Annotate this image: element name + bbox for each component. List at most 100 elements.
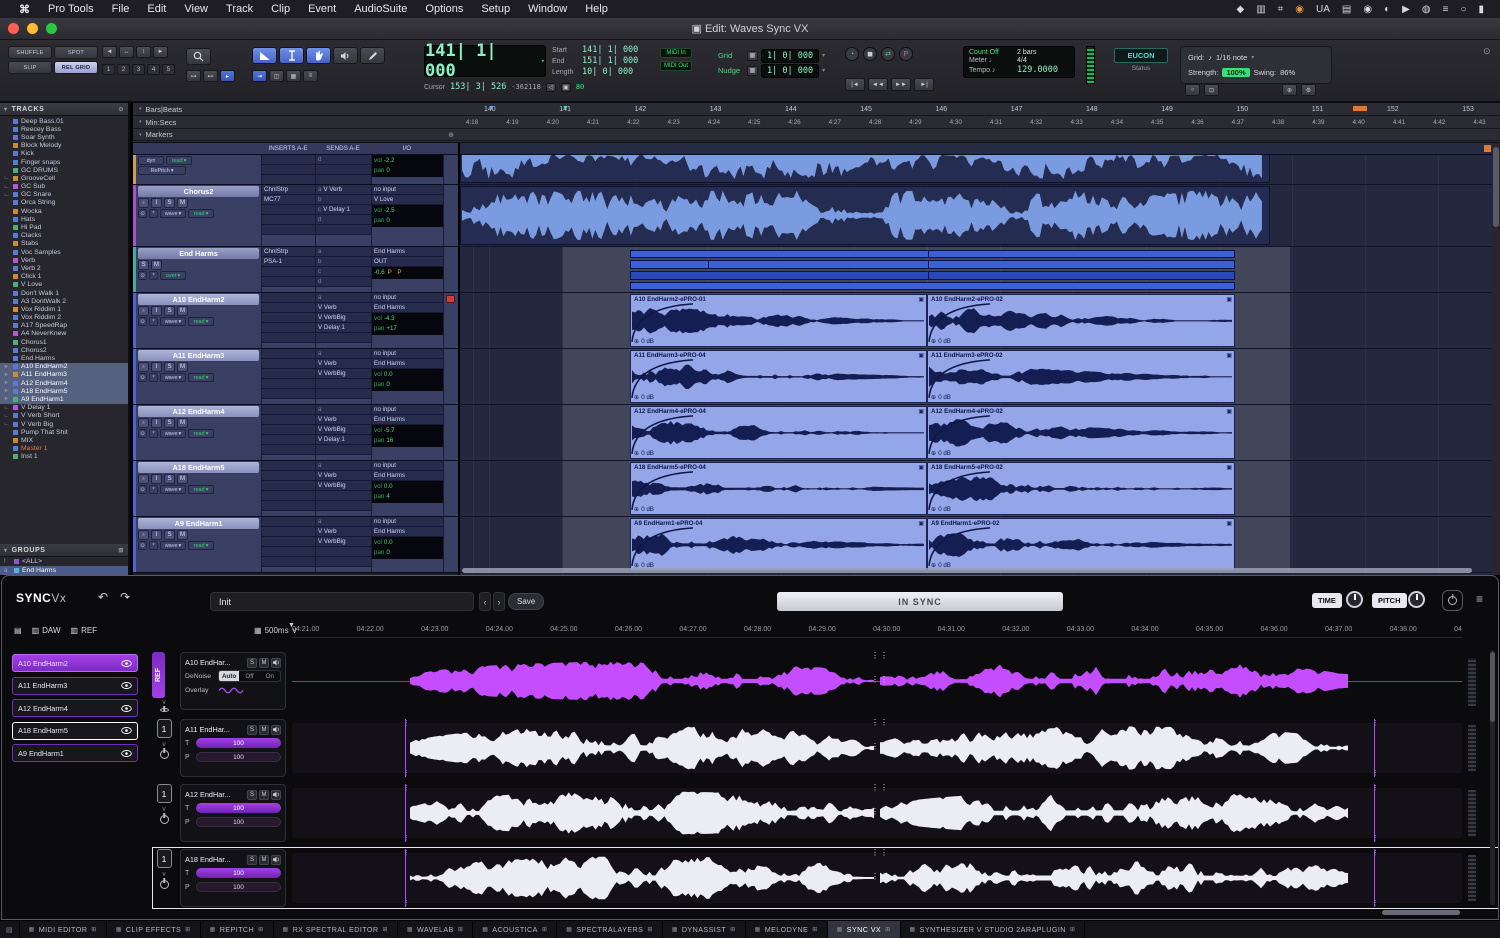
detach-icon[interactable]: ⊞ [885,926,890,933]
menubar-item[interactable]: Setup [472,3,519,15]
solo-button[interactable]: S [247,855,257,865]
time-toggle-button[interactable]: TIME [1312,593,1342,608]
insert-slot[interactable] [262,155,315,165]
input-monitor-button[interactable]: I [151,198,162,208]
send-slot[interactable]: V VerbBig [316,313,371,323]
expand-chevron[interactable]: ∨ [161,698,166,706]
track-lane[interactable]: A9 EndHarm1-ePRO-04 ▣ ⊕0 dB A9 EndHarm1-… [460,517,1498,573]
track-state-icon[interactable]: ∟ [3,413,10,419]
track-power-button[interactable] [160,815,169,824]
output-selector[interactable]: End Harms [372,471,443,481]
track-list-item[interactable]: Deep Bass.01 [0,117,128,125]
fade-in-curve[interactable] [928,302,992,343]
insert-slot[interactable]: PSA-1 [262,257,315,267]
insert-slot[interactable] [262,557,315,567]
zoom-preset-button[interactable]: 3 [132,64,145,75]
audio-clip[interactable] [460,186,1270,245]
vertical-scrollbar[interactable] [1492,143,1500,575]
insert-slot[interactable] [262,481,315,491]
track-list-item[interactable]: ► A10 EndHarm2 [0,363,128,371]
solo-safe-indicator[interactable] [446,295,455,303]
track-view-selector[interactable]: wave ▾ [160,485,186,494]
toolbar-collapse-icon[interactable]: ⊙ [1483,46,1491,57]
insert-slot[interactable] [262,435,315,445]
counter-dropdown-icon[interactable]: ▾ [541,57,545,65]
menubar-status-icon[interactable]: ▤ [1336,4,1357,15]
fade-in-curve[interactable] [928,414,992,455]
insert-slot[interactable] [262,379,315,389]
audio-clip[interactable]: A18 EndHarm5-ePRO-02 ▣ ⊕0 dB [927,462,1235,515]
send-slot[interactable]: d [316,155,371,165]
record-enable-button[interactable]: ● [138,198,149,208]
track-list-item[interactable]: Master 1 [0,445,128,453]
audio-clip[interactable]: A10 EndHarm2-ePRO-02 ▣ ⊕0 dB [927,294,1235,347]
timebase-icon[interactable]: ⊙ [138,485,147,494]
solo-button[interactable]: S [164,418,175,428]
trim-tool-button[interactable] [252,47,277,64]
send-slot[interactable] [316,165,371,175]
track-list-item[interactable]: A3 DontWalk 2 [0,297,128,305]
detach-icon[interactable]: ⊞ [1070,926,1075,933]
track-number[interactable]: 1 [157,849,172,868]
fade-in-curve[interactable] [631,302,695,343]
undo-icon[interactable]: ↶ [98,590,108,604]
mute-button[interactable]: M [259,790,269,800]
sends-column-header[interactable]: SENDS A-E [315,145,371,152]
send-slot[interactable] [316,557,371,567]
clip-loop-icon[interactable]: ▣ [918,520,924,527]
clip-loop-icon[interactable]: ▣ [1226,352,1232,359]
menubar-status-icon[interactable]: ▶ [1396,4,1416,15]
denoise-option[interactable]: Auto [219,671,239,681]
send-slot[interactable]: a [316,293,371,303]
input-selector[interactable]: no input [372,293,443,303]
track-lane[interactable]: A10 EndHarm2-ePRO-01 ▣ ⊕0 dB A10 EndHarm… [460,293,1498,349]
elastic-audio-icon[interactable]: * [149,485,158,494]
preset-field[interactable]: Init [210,592,474,611]
track-view-selector[interactable]: wave ▾ [160,429,186,438]
input-selector[interactable]: no input [372,517,443,527]
track-state-icon[interactable]: ∟ [3,421,10,427]
track-list-item[interactable]: ∟ GrooveCell [0,174,128,182]
next-preset-button[interactable]: › [493,592,505,611]
track-list-item[interactable]: A17 SpeedRap [0,322,128,330]
plugin-tab[interactable]: ▦ REPITCH ⊞ [201,921,274,938]
send-slot[interactable]: c [316,267,371,277]
send-slot[interactable]: V VerbBig [316,537,371,547]
loop-playback-button[interactable]: ⇄ [881,47,895,61]
eye-icon[interactable] [121,705,132,712]
edit-mode-button[interactable]: REL GRID [54,61,98,74]
zoom-v-button[interactable]: ↕ [136,46,151,58]
redo-icon[interactable]: ↷ [120,590,130,604]
eye-icon[interactable] [121,727,132,734]
send-slot[interactable]: V Verb [316,415,371,425]
insert-slot[interactable]: ChnlStrp [262,185,315,195]
automation-mode-selector[interactable]: read ▾ [188,209,214,218]
track-list-item[interactable]: Verb 2 [0,264,128,272]
clip-split-handle[interactable]: ⋮⋮ [871,849,889,857]
send-slot[interactable]: V Verb [316,471,371,481]
speaker-button[interactable] [271,725,281,735]
clip-split-handle[interactable]: ⋮⋮ [871,808,889,816]
zoom-toggle-icon[interactable]: ⊡ [1204,84,1219,96]
clip-loop-icon[interactable]: ▣ [918,408,924,415]
quickpunch-button[interactable]: P [899,47,913,61]
send-slot[interactable]: a [316,247,371,257]
insert-slot[interactable] [262,415,315,425]
detach-icon[interactable]: ⊞ [185,926,190,933]
zoom-preset-button[interactable]: 4 [147,64,160,75]
send-slot[interactable]: V Verb [316,359,371,369]
input-selector[interactable]: no input [372,349,443,359]
plugin-tab[interactable]: ▦ ACOUSTICA ⊞ [473,921,557,938]
record-enable-button[interactable]: ● [138,474,149,484]
track-list-item[interactable]: ∟ V Delay 1 [0,404,128,412]
output-selector[interactable]: End Harms [372,303,443,313]
expand-chevron[interactable]: ∨ [161,805,166,813]
track-name-button[interactable]: Chorus2 [138,186,259,197]
clip-split-handle[interactable]: ⋮⋮ [871,719,889,727]
midi-in-indicator[interactable]: MIDI In [660,48,692,58]
menubar-status-icon[interactable]: ○ [1454,4,1472,15]
prev-preset-button[interactable]: ‹ [479,592,491,611]
selection-value[interactable]: 141| 1| 000 [582,45,644,56]
track-number[interactable]: 1 [157,784,172,803]
speaker-button[interactable] [271,790,281,800]
